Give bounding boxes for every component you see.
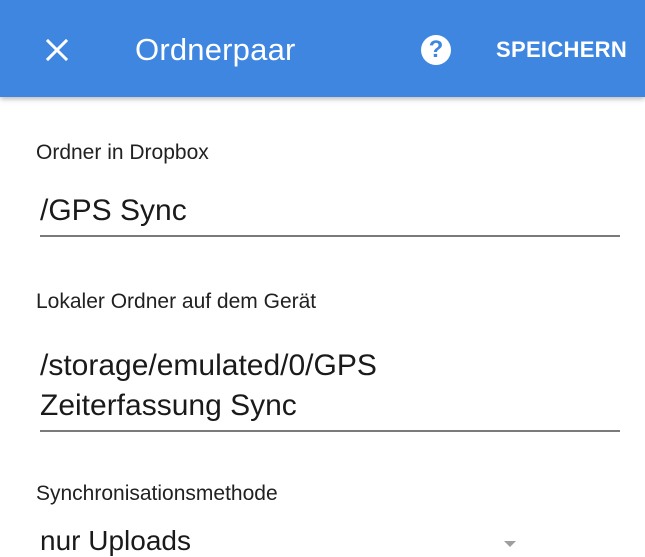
local-folder-label: Lokaler Ordner auf dem Gerät <box>36 290 317 313</box>
dropbox-folder-underline <box>40 235 620 237</box>
sync-method-select[interactable]: nur Uploads <box>40 525 191 557</box>
help-button[interactable]: ? <box>418 32 454 68</box>
close-button[interactable] <box>36 30 78 70</box>
close-icon <box>46 39 68 61</box>
help-icon: ? <box>421 35 451 65</box>
dropbox-folder-field[interactable]: /GPS Sync <box>40 193 187 229</box>
page-title: Ordnerpaar <box>135 32 296 67</box>
local-folder-underline <box>40 430 620 432</box>
sync-method-label: Synchronisationsmethode <box>36 482 278 505</box>
app-bar: Ordnerpaar ? SPEICHERN <box>0 0 645 97</box>
dropdown-arrow-icon[interactable] <box>504 541 516 547</box>
save-button[interactable]: SPEICHERN <box>496 36 627 64</box>
local-folder-field-line1[interactable]: /storage/emulated/0/GPS <box>40 348 377 384</box>
dropbox-folder-label: Ordner in Dropbox <box>36 141 209 164</box>
local-folder-field-line2[interactable]: Zeiterfassung Sync <box>40 388 297 424</box>
